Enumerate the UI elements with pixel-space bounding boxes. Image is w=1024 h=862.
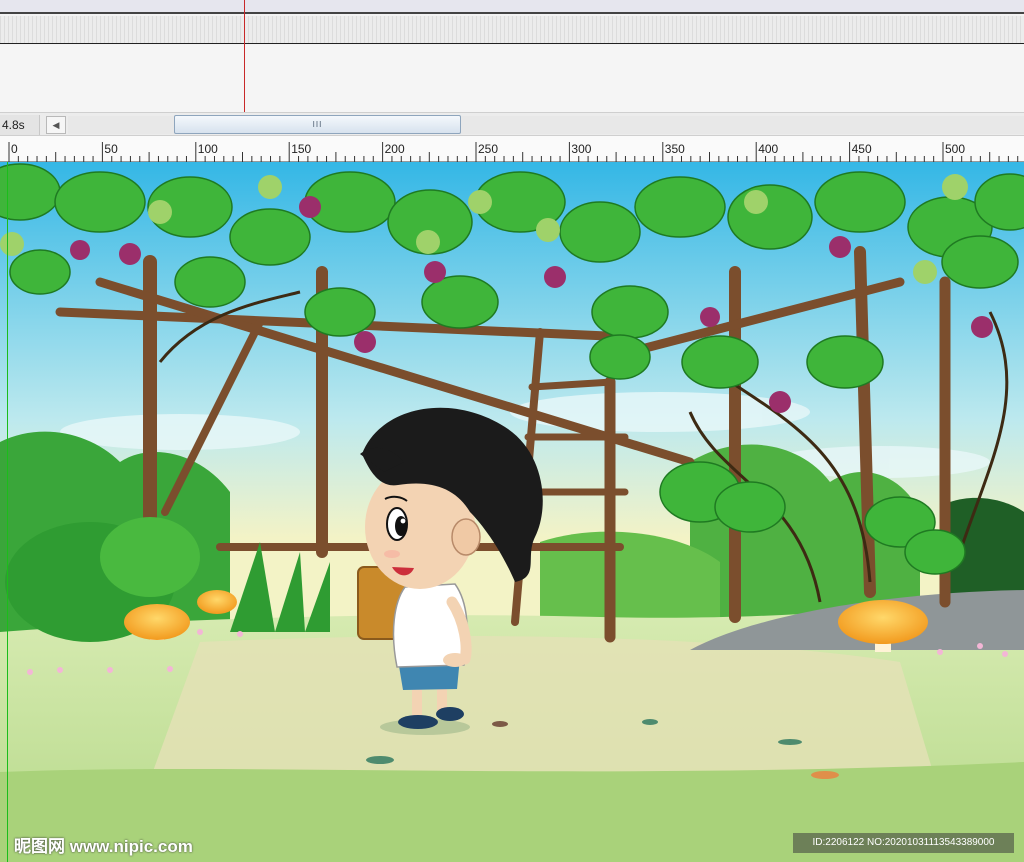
ruler-label: 100 bbox=[197, 142, 218, 156]
ruler-label: 500 bbox=[945, 142, 966, 156]
timeline-status-bar: 4.8s ◀ III bbox=[0, 112, 1024, 136]
stage-guide-line bbox=[7, 162, 8, 862]
horizontal-scroll-thumb[interactable]: III bbox=[174, 115, 461, 134]
animation-editor-window: 4.8s ◀ III 0 50 100 150 200 250 300 350 400 450 50… bbox=[0, 0, 1024, 862]
scroll-grip-icon: III bbox=[312, 120, 323, 129]
horizontal-ruler: 0 50 100 150 200 250 300 350 400 450 500 bbox=[0, 136, 1024, 162]
ruler-label: 200 bbox=[384, 142, 405, 156]
ruler-label: 350 bbox=[664, 142, 685, 156]
ruler-label: 250 bbox=[478, 142, 499, 156]
mushroom-small bbox=[197, 590, 237, 614]
playhead-marker[interactable] bbox=[244, 0, 245, 112]
mushroom-left bbox=[124, 604, 190, 640]
ruler-label: 0 bbox=[11, 142, 18, 156]
ruler-label: 300 bbox=[571, 142, 592, 156]
timeline-empty-area[interactable] bbox=[0, 45, 1024, 112]
timeline-panel[interactable] bbox=[0, 0, 1024, 112]
watermark-logo: 昵图网 www.nipic.com bbox=[14, 837, 193, 856]
elapsed-time-readout: 4.8s bbox=[0, 115, 40, 135]
watermark-id: ID:2206122 NO:20201031113543389000 bbox=[793, 833, 1014, 853]
timeline-layer-row-frames[interactable] bbox=[0, 16, 1024, 44]
stage-canvas[interactable]: 昵图网 www.nipic.com ID:2206122 NO:20201031… bbox=[0, 162, 1024, 862]
scene-illustration bbox=[0, 162, 1024, 862]
timeline-layer-row-top[interactable] bbox=[0, 0, 1024, 14]
scroll-left-arrow-icon[interactable]: ◀ bbox=[46, 116, 66, 134]
ruler-label: 50 bbox=[104, 142, 118, 156]
ruler-label: 150 bbox=[291, 142, 312, 156]
ruler-label: 400 bbox=[758, 142, 779, 156]
ruler-label: 450 bbox=[851, 142, 872, 156]
